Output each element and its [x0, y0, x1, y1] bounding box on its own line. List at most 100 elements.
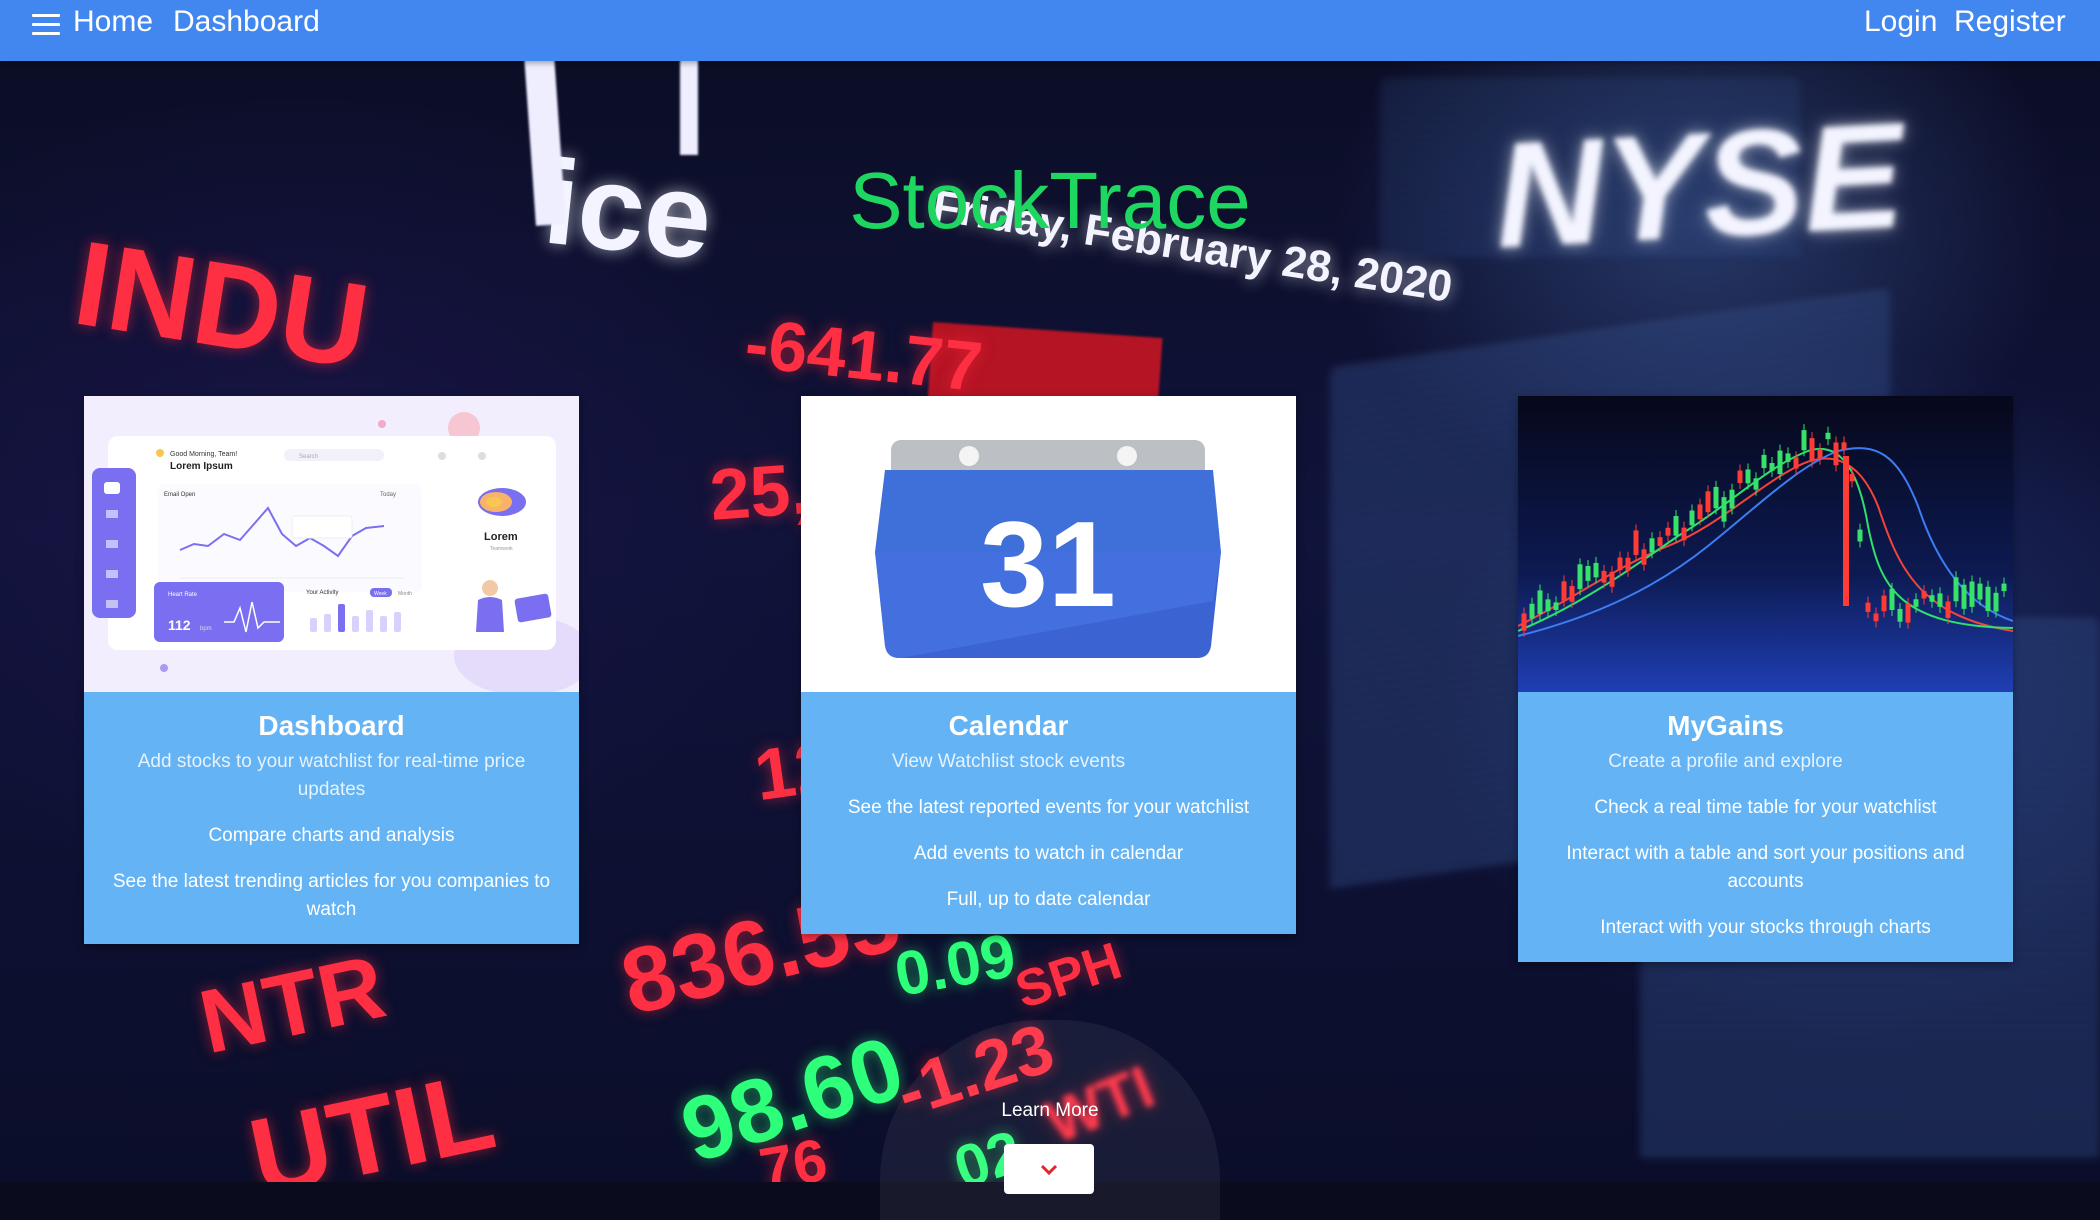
- candle-body: [1641, 549, 1647, 565]
- candle-body: [1601, 570, 1607, 583]
- candle-body: [1817, 449, 1823, 459]
- candle-body: [1681, 527, 1687, 541]
- card-feature-text: Interact with a table and sort your posi…: [1566, 843, 1965, 892]
- candle-body: [1801, 430, 1807, 451]
- candle-body: [1633, 530, 1639, 555]
- candle-body: [1625, 557, 1631, 571]
- dashboard-card[interactable]: Good Morning, Team! Lorem Ipsum Search E…: [84, 396, 579, 944]
- candle-body: [1953, 577, 1959, 602]
- candle-body: [1961, 584, 1967, 609]
- top-navbar: Home Dashboard Login Register: [0, 0, 2100, 61]
- svg-text:Today: Today: [380, 492, 396, 498]
- chevron-down-icon: [1040, 1164, 1058, 1176]
- dashboard-preview-image: Good Morning, Team! Lorem Ipsum Search E…: [84, 396, 579, 692]
- card-title: MyGains: [1667, 710, 1784, 741]
- candle-body: [1617, 557, 1623, 571]
- svg-text:Heart Rate: Heart Rate: [168, 592, 198, 598]
- bg-ticker: NTR: [191, 936, 394, 1074]
- candle-body: [1833, 442, 1839, 466]
- candle-body: [1785, 453, 1791, 462]
- card-subtitle: View Watchlist stock events: [891, 751, 1126, 772]
- card-subtitle: Create a profile and explore: [1608, 751, 1843, 772]
- card-feature-text: Compare charts and analysis: [208, 825, 455, 846]
- candle-body: [1945, 601, 1951, 619]
- learn-more-label: Learn More: [1001, 1100, 1099, 1121]
- nav-register-link[interactable]: Register: [1954, 5, 2066, 39]
- candle-body: [1585, 566, 1591, 581]
- candle-body: [1937, 593, 1943, 607]
- candle-body: [1745, 469, 1751, 484]
- card-title: Calendar: [948, 710, 1069, 741]
- candle-body: [1697, 504, 1703, 520]
- card-title: Dashboard: [258, 710, 405, 741]
- candle-body: [1849, 474, 1855, 482]
- candle-body: [1769, 463, 1775, 471]
- calendar-card[interactable]: 31 Calendar View Watchlist stock events …: [801, 396, 1296, 934]
- candle-body: [1537, 590, 1543, 615]
- candle-body: [1553, 602, 1559, 610]
- candle-body: [1569, 586, 1575, 602]
- site-title: StockTrace: [849, 156, 1251, 245]
- candle-body: [1913, 599, 1919, 607]
- candle-body: [1777, 450, 1783, 475]
- candle-body: [1521, 613, 1527, 631]
- candle-body: [1881, 595, 1887, 612]
- candle-body: [1705, 491, 1711, 513]
- candle-body: [1809, 438, 1815, 462]
- svg-text:31: 31: [980, 496, 1116, 632]
- candle-body: [1545, 599, 1551, 612]
- candlestick-chart-image: [1518, 396, 2013, 692]
- card-feature-text: Check a real time table for your watchli…: [1594, 797, 1937, 818]
- candle-body: [1713, 486, 1719, 509]
- card-feature-text: See the latest trending articles for you…: [112, 871, 551, 920]
- card-feature-text: See the latest reported events for your …: [847, 797, 1250, 818]
- candle-body: [1561, 581, 1567, 601]
- bg-ticker: -641.77: [741, 303, 986, 407]
- svg-text:Teamwork: Teamwork: [490, 546, 513, 552]
- candle-body: [1897, 608, 1903, 622]
- card-feature-text: Full, up to date calendar: [946, 889, 1151, 910]
- svg-text:Week: Week: [374, 591, 387, 597]
- candle-body: [1761, 454, 1767, 469]
- candle-body: [1593, 562, 1599, 578]
- candle-body: [1793, 457, 1799, 469]
- bg-ticker: 0.09: [889, 921, 1021, 1010]
- calendar-icon: 31: [875, 440, 1221, 658]
- learn-more-button[interactable]: [1004, 1144, 1094, 1194]
- nav-dashboard-link[interactable]: Dashboard: [173, 5, 320, 39]
- svg-text:Search: Search: [299, 454, 318, 460]
- candle-body: [1977, 583, 1983, 600]
- candle-body: [1721, 497, 1727, 522]
- candle-body: [1865, 602, 1871, 612]
- mygains-card[interactable]: MyGains Create a profile and explore Che…: [1518, 396, 2013, 962]
- candle-body: [1843, 456, 1849, 606]
- candle-body: [1873, 613, 1879, 622]
- candle-body: [1905, 603, 1911, 623]
- candle-body: [1969, 581, 1975, 607]
- card-feature-text: Add events to watch in calendar: [913, 843, 1184, 864]
- bg-bar: [680, 55, 698, 155]
- svg-text:bpm: bpm: [200, 626, 212, 632]
- candle-body: [1529, 603, 1535, 619]
- candle-body: [1857, 529, 1863, 542]
- candle-body: [1729, 489, 1735, 509]
- candle-body: [1889, 588, 1895, 610]
- svg-text:Lorem: Lorem: [484, 531, 518, 543]
- candle-body: [1929, 595, 1935, 602]
- svg-text:Lorem Ipsum: Lorem Ipsum: [170, 461, 233, 472]
- svg-text:Email Open: Email Open: [164, 492, 195, 498]
- hamburger-menu-icon[interactable]: [32, 14, 60, 36]
- svg-text:Month: Month: [398, 591, 412, 597]
- candlestick-chart: [1518, 424, 2013, 637]
- candle-body: [1841, 442, 1847, 450]
- candle-body: [1665, 527, 1671, 536]
- nav-home-link[interactable]: Home: [73, 5, 153, 39]
- nav-login-link[interactable]: Login: [1864, 5, 1937, 39]
- candle-body: [1649, 538, 1655, 553]
- svg-text:Your Activity: Your Activity: [306, 590, 338, 596]
- card-subtitle: Add stocks to your watchlist for real-ti…: [137, 751, 526, 800]
- bg-ticker: SPH: [1008, 931, 1129, 1021]
- candle-body: [1737, 470, 1743, 484]
- candle-body: [1609, 571, 1615, 587]
- svg-text:Good Morning, Team!: Good Morning, Team!: [170, 451, 237, 458]
